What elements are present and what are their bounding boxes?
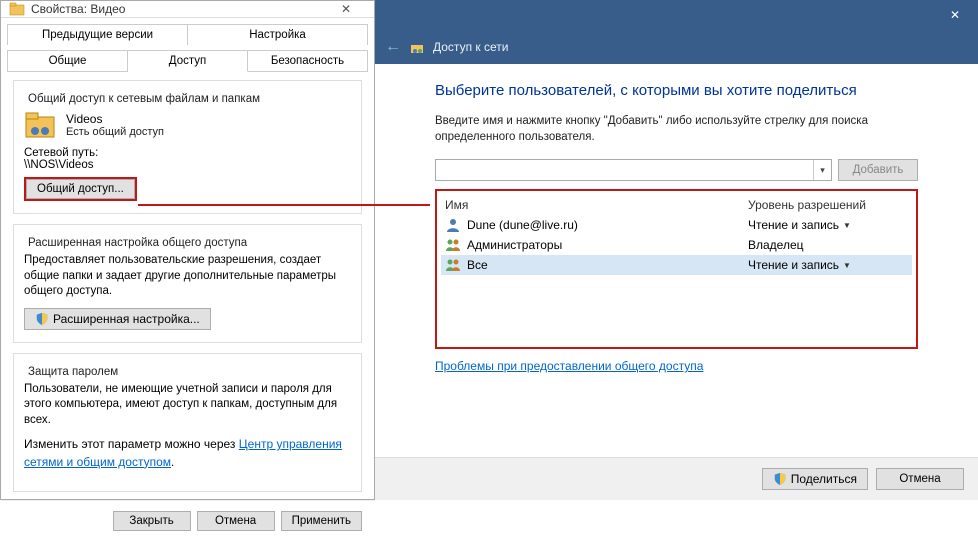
share-button[interactable]: Общий доступ... [26,179,135,199]
share-button-highlight: Общий доступ... [24,177,137,201]
user-list-highlight: Имя Уровень разрешений Dune (dune@live.r… [435,189,918,349]
nav-title: Доступ к сети [433,40,508,54]
tab-previous-versions[interactable]: Предыдущие версии [7,24,188,45]
group-title: Расширенная настройка общего доступа [24,237,251,249]
close-button[interactable]: ✕ [932,0,978,30]
user-input[interactable] [436,160,813,180]
close-button[interactable]: Закрыть [113,511,191,531]
wizard-instruction: Введите имя и нажмите кнопку "Добавить" … [435,113,918,145]
folder-icon [9,1,25,17]
user-name: Администраторы [467,238,748,252]
password-description: Пользователи, не имеющие учетной записи … [24,382,351,429]
add-button[interactable]: Добавить [838,159,918,181]
window-title: Свойства: Видео [31,2,326,16]
tab-body: Общий доступ к сетевым файлам и папкам V… [1,72,374,500]
tab-customize[interactable]: Настройка [188,24,368,45]
back-button[interactable]: ← [385,38,401,56]
wizard-body: Выберите пользователей, с которыми вы хо… [375,64,978,457]
column-name[interactable]: Имя [445,198,748,212]
wizard-heading: Выберите пользователей, с которыми вы хо… [435,82,918,99]
tab-security[interactable]: Безопасность [248,50,368,72]
share-icon [409,39,425,55]
nav-bar: ← Доступ к сети [375,30,978,64]
list-row[interactable]: Dune (dune@live.ru)Чтение и запись ▼ [441,215,912,235]
apply-button[interactable]: Применить [281,511,362,531]
list-header: Имя Уровень разрешений [441,195,912,215]
network-path-value: \\NOS\Videos [24,159,351,171]
group-title: Защита паролем [24,366,122,378]
titlebar: Свойства: Видео ✕ [1,1,374,18]
column-permission[interactable]: Уровень разрешений [748,198,908,212]
folder-status: Есть общий доступ [66,126,164,138]
network-path-label: Сетевой путь: [24,147,351,159]
tabs-row-bottom: Общие Доступ Безопасность [1,44,374,72]
group-password-protection: Защита паролем Пользователи, не имеющие … [13,353,362,493]
shield-icon [773,472,787,486]
permission-cell[interactable]: Чтение и запись ▼ [748,218,908,232]
shield-icon [35,312,49,326]
folder-name: Videos [66,112,164,126]
user-name: Все [467,258,748,272]
group-network-sharing: Общий доступ к сетевым файлам и папкам V… [13,80,362,214]
folder-summary: Videos Есть общий доступ [24,109,351,141]
user-icon [445,217,467,233]
list-row[interactable]: АдминистраторыВладелец [441,235,912,255]
group-advanced-sharing: Расширенная настройка общего доступа Пре… [13,224,362,343]
tabs-row-top: Предыдущие версии Настройка [1,18,374,45]
share-button-label: Поделиться [791,472,857,486]
user-combo[interactable]: ▾ [435,159,832,181]
tab-sharing[interactable]: Доступ [128,50,248,72]
shared-folder-icon [24,109,56,141]
advanced-description: Предоставляет пользовательские разрешени… [24,253,351,300]
chevron-down-icon: ▼ [843,221,851,230]
user-add-row: ▾ Добавить [435,159,918,181]
group-icon [445,257,467,273]
advanced-settings-button[interactable]: Расширенная настройка... [24,308,211,330]
tab-general[interactable]: Общие [7,50,128,72]
close-button[interactable]: ✕ [326,2,366,16]
chevron-down-icon: ▼ [843,261,851,270]
dropdown-button[interactable]: ▾ [813,160,831,180]
properties-dialog: Свойства: Видео ✕ Предыдущие версии Наст… [0,0,375,500]
troubleshoot-link[interactable]: Проблемы при предоставлении общего досту… [435,359,703,373]
cancel-button[interactable]: Отмена [197,511,275,531]
permission-cell[interactable]: Владелец [748,238,908,252]
share-wizard: ✕ ← Доступ к сети Выберите пользователей… [375,0,978,500]
wizard-footer: Поделиться Отмена [375,457,978,500]
trouble-link-row: Проблемы при предоставлении общего досту… [435,359,918,373]
annotation-connector-line [138,204,430,206]
group-title: Общий доступ к сетевым файлам и папкам [24,93,264,105]
permission-cell[interactable]: Чтение и запись ▼ [748,258,908,272]
password-description-2: Изменить этот параметр можно через Центр… [24,436,351,471]
user-name: Dune (dune@live.ru) [467,218,748,232]
group-icon [445,237,467,253]
advanced-settings-label: Расширенная настройка... [53,312,200,326]
share-button[interactable]: Поделиться [762,468,868,490]
cancel-button[interactable]: Отмена [876,468,964,490]
list-row[interactable]: ВсеЧтение и запись ▼ [441,255,912,275]
titlebar: ✕ [375,0,978,30]
dialog-footer: Закрыть Отмена Применить [1,500,374,541]
